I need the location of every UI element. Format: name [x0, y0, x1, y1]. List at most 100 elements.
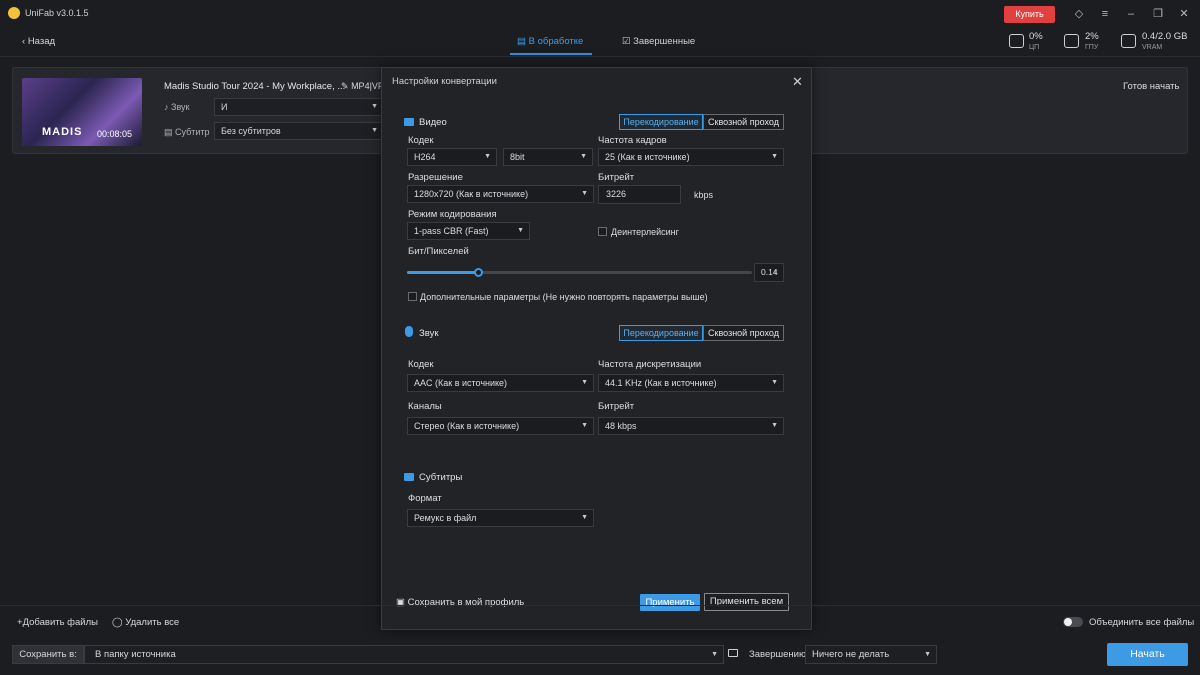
subtitle-row-label: ▤ Субтитр [164, 127, 210, 138]
remove-all-button[interactable]: ◯ Удалить все [112, 617, 179, 628]
bitdepth-select[interactable]: 8bit ▼ [503, 148, 593, 166]
video-bitrate-input[interactable]: 3226 [598, 185, 681, 204]
audio-bitrate-select[interactable]: 48 kbps ▼ [598, 417, 784, 435]
thumbnail-duration: 00:08:05 [97, 129, 133, 139]
advanced-params-checkbox[interactable] [408, 292, 417, 301]
back-button[interactable]: ‹ Назад [22, 36, 55, 47]
save-path-select[interactable]: В папку источника ▼ [84, 645, 724, 664]
chevron-down-icon: ▼ [581, 190, 588, 197]
video-passthrough-toggle[interactable]: Сквозной проход [703, 114, 784, 130]
gpu-label: ГПУ [1085, 44, 1099, 51]
subtitle-section-icon [404, 473, 414, 481]
samplerate-select[interactable]: 44.1 KHz (Как в источнике) ▼ [598, 374, 784, 392]
on-complete-label: Завершению [749, 649, 807, 660]
bottom-divider [0, 605, 1200, 606]
menu-icon[interactable]: ≡ [1099, 8, 1111, 20]
check-square-icon: ☑ [622, 36, 634, 47]
merge-toggle-knob [1064, 618, 1072, 626]
vram-value: 0.4/2.0 GB [1142, 31, 1188, 42]
tab-completed-label: Завершенные [633, 36, 696, 47]
tab-processing-label: В обработке [528, 36, 584, 47]
cpu-value: 0% [1029, 31, 1043, 42]
channels-select[interactable]: Стерео (Как в источнике) ▼ [407, 417, 594, 435]
minimize-icon[interactable]: – [1125, 8, 1137, 20]
bitdepth-value: 8bit [510, 152, 525, 162]
audio-track-select[interactable]: И ▼ [214, 98, 384, 116]
thumbnail-brand: MADIS [42, 126, 83, 138]
tab-processing[interactable]: ▤ В обработке [517, 36, 583, 47]
resolution-label: Разрешение [408, 172, 463, 183]
chevron-down-icon: ▼ [484, 153, 491, 160]
video-icon [404, 118, 414, 126]
add-files-label: Добавить файлы [22, 617, 98, 628]
apply-button[interactable]: Применить [640, 594, 700, 611]
status-text: Готов начать [1123, 81, 1180, 92]
save-to-label: Сохранить в: [12, 645, 84, 664]
subtitle-select[interactable]: Без субтитров ▼ [214, 122, 384, 140]
audio-transcode-toggle[interactable]: Перекодирование [619, 325, 703, 341]
framerate-select[interactable]: 25 (Как в источнике) ▼ [598, 148, 784, 166]
remove-all-label: Удалить все [125, 617, 180, 628]
microphone-icon: ♪ [164, 102, 169, 112]
audio-codec-select[interactable]: AAC (Как в источнике) ▼ [407, 374, 594, 392]
video-codec-select[interactable]: H264 ▼ [407, 148, 497, 166]
video-codec-label: Кодек [408, 135, 434, 146]
chevron-down-icon: ▼ [581, 379, 588, 386]
save-profile-button[interactable]: ▣ Сохранить в мой профиль [396, 597, 524, 608]
microphone-icon [405, 326, 413, 337]
add-files-button[interactable]: +Добавить файлы [17, 617, 98, 628]
restore-icon[interactable]: ❐ [1152, 8, 1164, 20]
resolution-value: 1280x720 (Как в источнике) [414, 189, 529, 199]
active-tab-indicator [510, 53, 592, 55]
audio-passthrough-toggle[interactable]: Сквозной проход [703, 325, 784, 341]
channels-label: Каналы [408, 401, 442, 412]
video-section-title: Видео [419, 117, 447, 128]
audio-row-label: ♪ Звук [164, 102, 189, 112]
apply-all-button[interactable]: Применить всем [704, 593, 789, 611]
chevron-down-icon: ▼ [581, 422, 588, 429]
buy-button[interactable]: Купить [1004, 6, 1055, 23]
trash-icon: ◯ [112, 617, 126, 628]
back-label: Назад [27, 36, 56, 47]
video-codec-value: H264 [414, 152, 436, 162]
format-tag[interactable]: ✎ MP4|VF [341, 81, 383, 92]
bpp-spinbox[interactable]: 0.14 ⇕ [754, 263, 784, 282]
video-bitrate-label: Битрейт [598, 172, 635, 183]
audio-bitrate-value: 48 kbps [605, 421, 637, 431]
shirt-skin-icon[interactable]: ◇ [1073, 8, 1085, 20]
bpp-slider-handle[interactable] [474, 268, 483, 277]
subtitle-format-select[interactable]: Ремукс в файл ▼ [407, 509, 594, 527]
video-transcode-toggle[interactable]: Перекодирование [619, 114, 703, 130]
deinterlace-checkbox[interactable] [598, 227, 607, 236]
vram-icon [1121, 34, 1136, 48]
format-label: MP4|VF [351, 81, 384, 91]
close-icon[interactable]: ✕ [1178, 8, 1190, 20]
cpu-label: ЦП [1029, 44, 1040, 51]
chevron-down-icon: ▼ [580, 153, 587, 160]
subtitle-format-label: Формат [408, 493, 442, 504]
audio-section-title: Звук [419, 328, 439, 339]
folder-icon[interactable] [728, 649, 738, 657]
encode-mode-select[interactable]: 1-pass CBR (Fast) ▼ [407, 222, 530, 240]
dialog-close-icon[interactable]: ✕ [792, 74, 803, 90]
framerate-value: 25 (Как в источнике) [605, 152, 690, 162]
save-profile-label: Сохранить в мой профиль [407, 597, 525, 608]
on-complete-select[interactable]: Ничего не делать ▼ [805, 645, 937, 664]
merge-label: Объединить все файлы [1089, 617, 1195, 628]
chevron-down-icon: ▼ [771, 422, 778, 429]
start-button[interactable]: Начать [1107, 643, 1188, 666]
app-title: UniFab v3.0.1.5 [25, 8, 89, 18]
samplerate-value: 44.1 KHz (Как в источнике) [605, 378, 717, 388]
audio-codec-value: AAC (Как в источнике) [414, 378, 508, 388]
subtitles-section-title: Субтитры [419, 472, 463, 483]
video-thumbnail[interactable]: MADIS 00:08:05 [22, 78, 142, 146]
tab-completed[interactable]: ☑ Завершенные [622, 36, 695, 47]
edit-icon: ✎ [341, 81, 349, 91]
audio-row-text: Звук [171, 102, 190, 112]
dialog-title: Настройки конвертации [392, 76, 497, 87]
save-path-value: В папку источника [95, 649, 176, 660]
chevron-down-icon: ▼ [371, 127, 378, 134]
resolution-select[interactable]: 1280x720 (Как в источнике) ▼ [407, 185, 594, 203]
spin-arrows-icon[interactable]: ⇕ [773, 265, 778, 282]
chevron-down-icon: ▼ [581, 514, 588, 521]
